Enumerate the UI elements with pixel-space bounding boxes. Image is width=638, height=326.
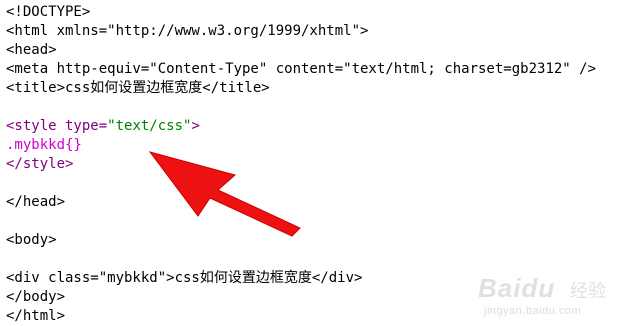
code-line: </head> (6, 193, 65, 212)
code-line: <!DOCTYPE> (6, 3, 90, 22)
code-token: "text/css" (107, 118, 192, 134)
code-line: <html xmlns="http://www.w3.org/1999/xhtm… (6, 22, 368, 41)
code-line: <head> (6, 41, 57, 60)
code-line: .mybkkd{} (6, 136, 82, 155)
code-token: </body> (6, 289, 66, 305)
code-line: <title>css如何设置边框宽度</title> (6, 79, 270, 98)
code-editor[interactable]: <!DOCTYPE> <html xmlns="http://www.w3.org… (0, 0, 638, 326)
code-line: <meta http-equiv="Content-Type" content=… (6, 60, 596, 79)
code-line: </style> (6, 155, 73, 174)
code-token: <!DOCTYPE> (6, 4, 91, 20)
code-token: <style type= (6, 118, 108, 134)
code-token: </html> (6, 308, 66, 324)
code-token: > (191, 118, 200, 134)
watermark-sub: 经验 (570, 281, 606, 302)
code-line: <style type="text/css"> (6, 117, 200, 136)
code-token: <head> (6, 42, 57, 58)
code-token: <div class="mybkkd">css如何设置边框宽度</div> (6, 270, 363, 286)
watermark-url: jingyan.baidu.com (484, 305, 582, 317)
red-pointer-arrow-icon (148, 151, 301, 237)
code-token: </head> (6, 194, 66, 210)
code-line: <body> (6, 231, 57, 250)
code-token: </style> (6, 156, 74, 172)
code-token: <title>css如何设置边框宽度</title> (6, 80, 270, 96)
code-line: </html> (6, 307, 65, 326)
watermark-brand: Baidu (478, 273, 556, 303)
code-token: .mybkkd{} (6, 137, 82, 153)
code-line: <div class="mybkkd">css如何设置边框宽度</div> (6, 269, 362, 288)
code-token: <meta http-equiv="Content-Type" content=… (6, 61, 597, 77)
code-line: </body> (6, 288, 65, 307)
baidu-jingyan-watermark: Baidu 经验 jingyan.baidu.com (478, 263, 628, 317)
code-token: <html xmlns="http://www.w3.org/1999/xhtm… (6, 23, 369, 39)
code-token: <body> (6, 232, 57, 248)
